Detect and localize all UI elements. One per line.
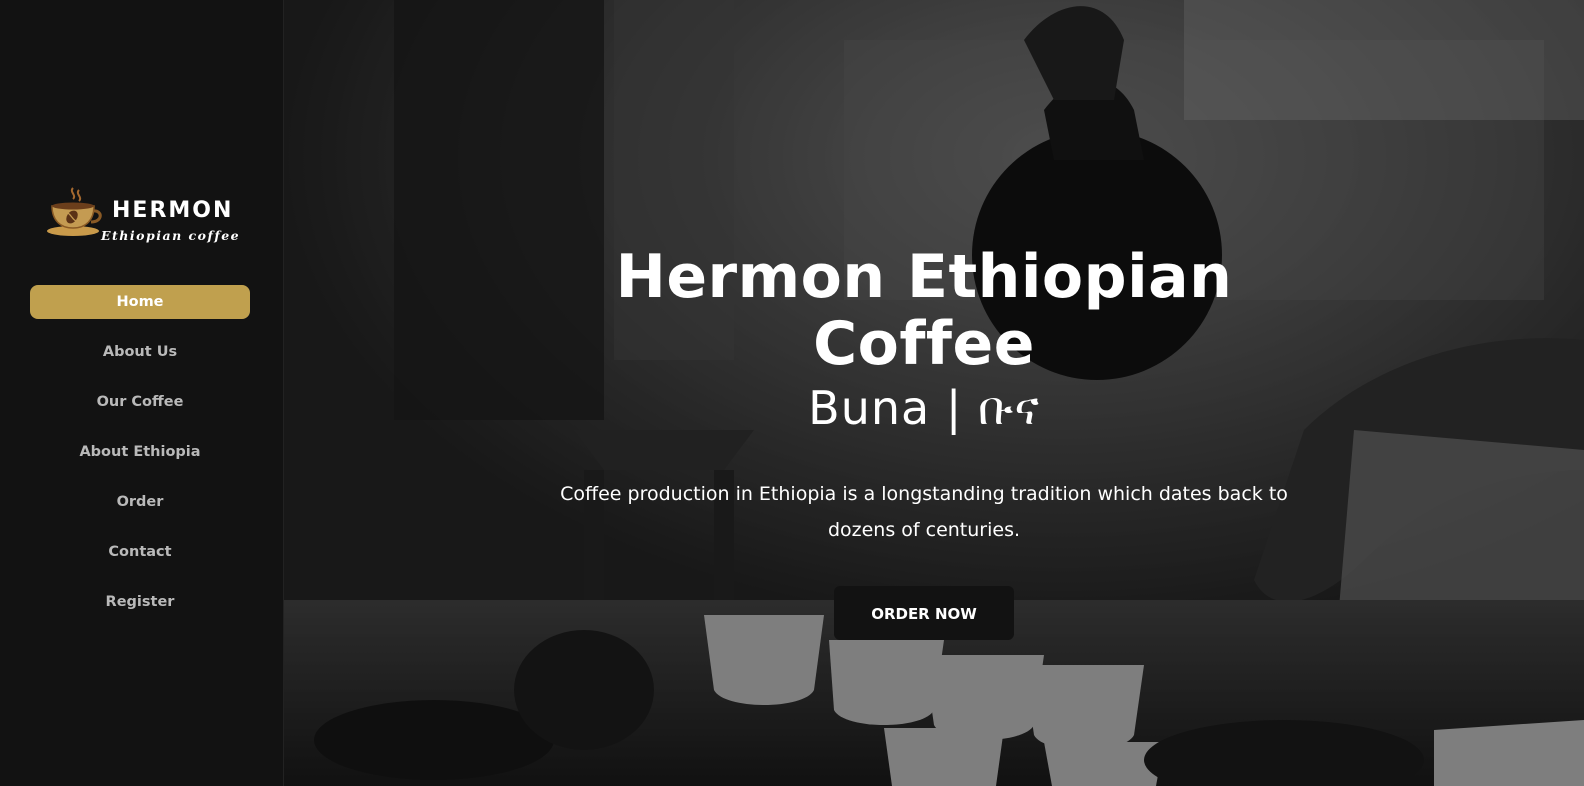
sidebar: HERMON Ethiopian coffee Home About Us Ou… bbox=[0, 0, 284, 786]
nav-item-contact[interactable]: Contact bbox=[30, 535, 250, 569]
page: HERMON Ethiopian coffee Home About Us Ou… bbox=[0, 0, 1584, 786]
hero-description: Coffee production in Ethiopia is a longs… bbox=[560, 483, 1288, 541]
hero-content: Hermon Ethiopian Coffee Buna | ቡና Coffee… bbox=[514, 244, 1334, 640]
brand-tagline: Ethiopian coffee bbox=[101, 228, 241, 243]
hero-subtitle: Buna | ቡና bbox=[808, 381, 1040, 435]
nav-item-order[interactable]: Order bbox=[30, 485, 250, 519]
hero-title: Hermon Ethiopian Coffee bbox=[615, 242, 1233, 379]
nav-item-about-ethiopia[interactable]: About Ethiopia bbox=[30, 435, 250, 469]
nav-item-our-coffee[interactable]: Our Coffee bbox=[30, 385, 250, 419]
coffee-cup-icon bbox=[47, 187, 102, 236]
brand-name: HERMON bbox=[112, 198, 234, 223]
nav-item-register[interactable]: Register bbox=[30, 585, 250, 619]
order-now-button[interactable]: ORDER NOW bbox=[834, 586, 1014, 640]
hero-section: Hermon Ethiopian Coffee Buna | ቡና Coffee… bbox=[284, 0, 1584, 786]
nav-item-about-us[interactable]: About Us bbox=[30, 335, 250, 369]
brand-logo[interactable]: HERMON Ethiopian coffee bbox=[46, 184, 246, 248]
nav-item-home[interactable]: Home bbox=[30, 285, 250, 319]
